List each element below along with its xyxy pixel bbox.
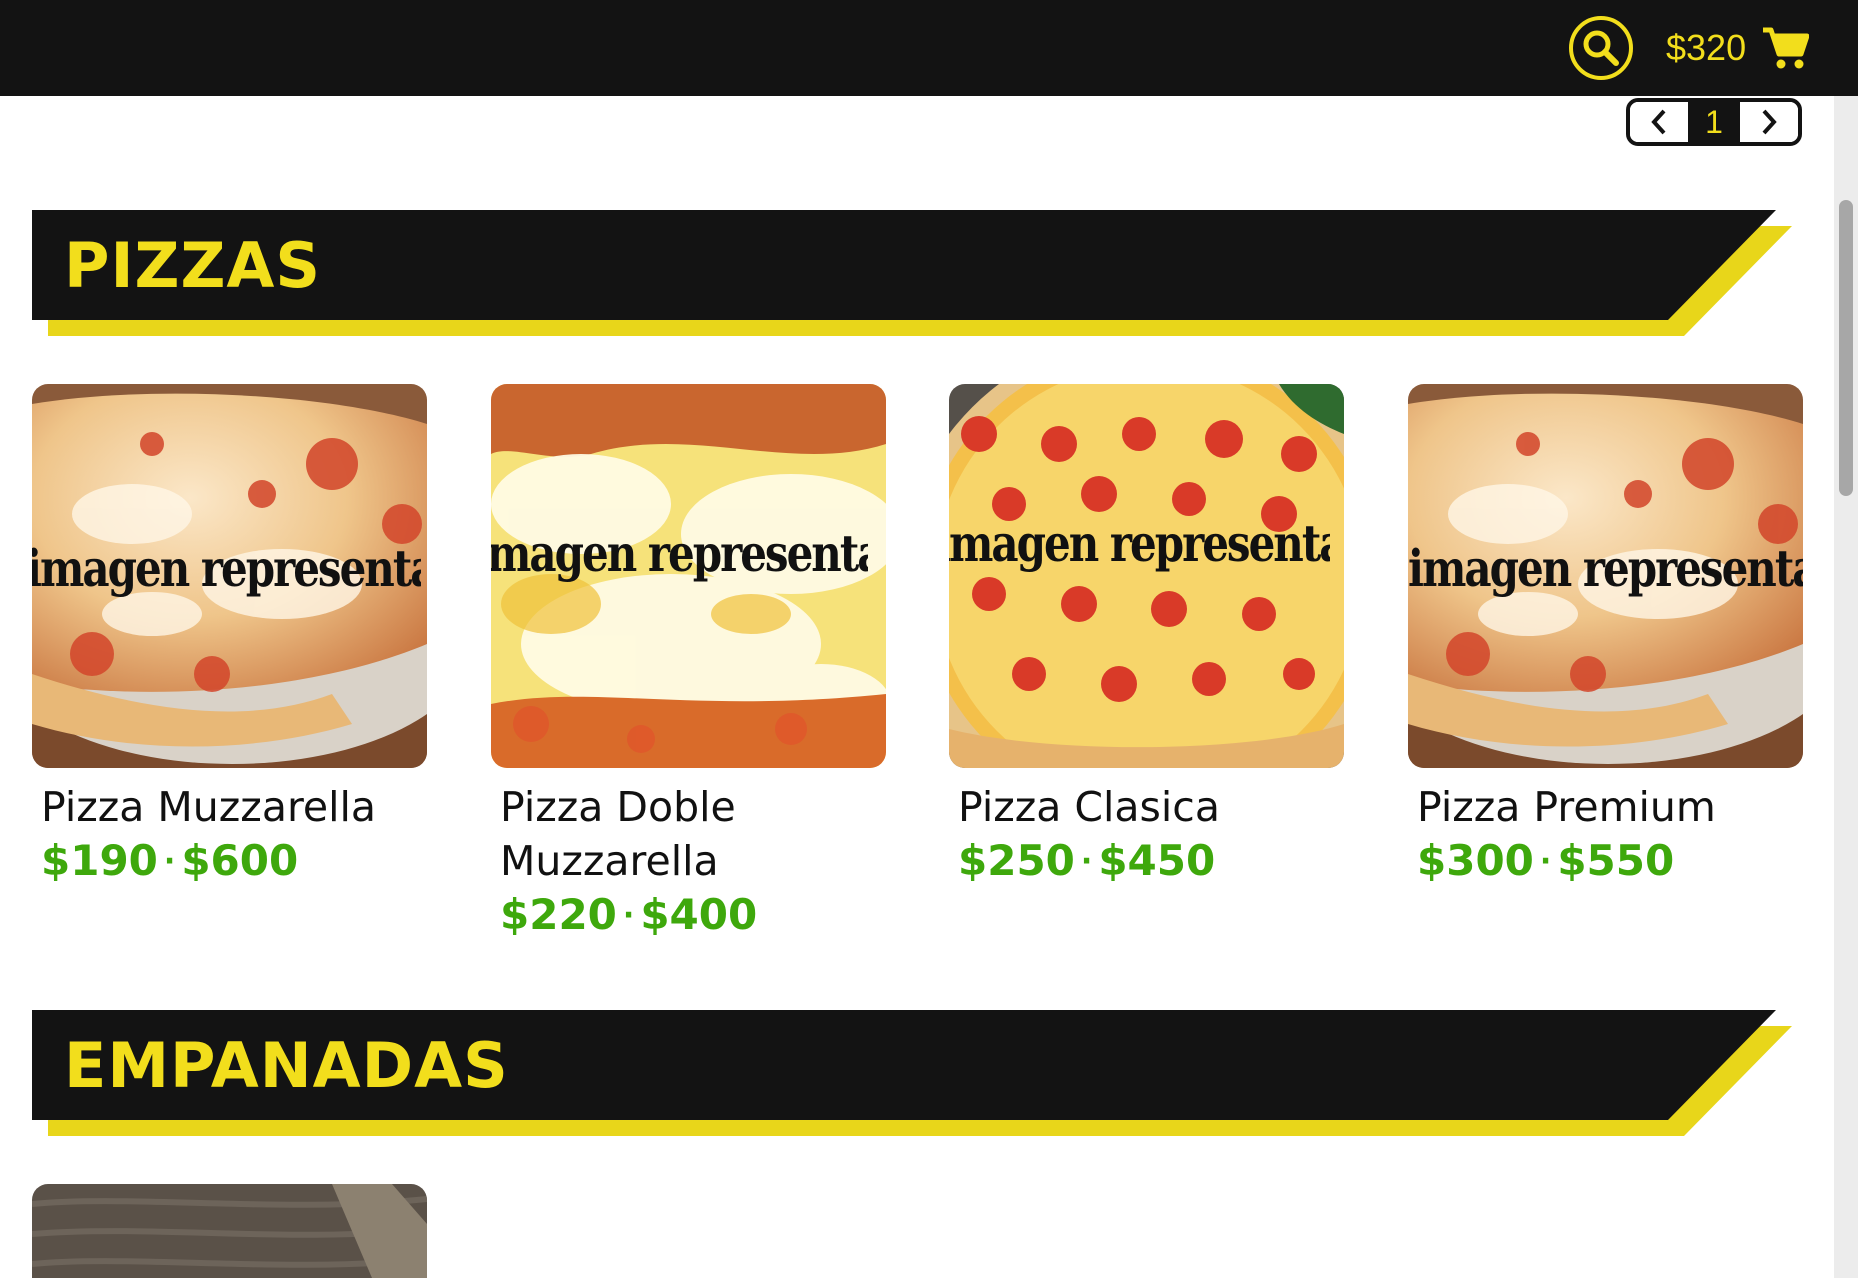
top-bar: $320 — [0, 0, 1858, 96]
section-banner-empanadas: EMPANADAS — [32, 1010, 1792, 1138]
price-separator: · — [622, 898, 635, 933]
product-card[interactable] — [32, 1184, 427, 1278]
product-image: imagen representativa — [1408, 384, 1803, 768]
product-price: $190 · $600 — [32, 834, 427, 893]
product-name: Pizza Muzzarella — [41, 783, 377, 831]
price-large: $450 — [1098, 836, 1216, 885]
price-large: $550 — [1557, 836, 1675, 885]
price-small: $220 — [500, 890, 617, 939]
product-name: Pizza Clasica — [958, 783, 1220, 831]
product-image: imagen representativa — [491, 384, 886, 768]
pager-current-page: 1 — [1688, 102, 1740, 142]
pager: 1 — [1626, 98, 1802, 146]
chevron-right-icon — [1762, 109, 1777, 135]
section-title: PIZZAS — [64, 229, 322, 302]
product-card[interactable]: imagen representativa Pizza Muzzarella $… — [32, 384, 427, 893]
cart-total[interactable]: $320 — [1666, 24, 1746, 72]
price-large: $600 — [181, 836, 299, 885]
image-watermark: imagen representativa — [949, 514, 1330, 573]
section-banner-pizzas: PIZZAS — [32, 210, 1792, 338]
search-icon — [1583, 30, 1619, 66]
price-separator: · — [1080, 844, 1093, 879]
product-card[interactable]: imagen representativa Pizza Doble Muzzar… — [491, 384, 886, 947]
image-watermark: imagen representativa — [491, 524, 868, 583]
product-image: imagen representativa — [949, 384, 1344, 768]
image-watermark: imagen representativa — [32, 539, 421, 598]
cart-icon[interactable] — [1761, 26, 1809, 70]
price-separator: · — [1539, 844, 1552, 879]
price-small: $190 — [41, 836, 158, 885]
pager-next-button[interactable] — [1740, 102, 1798, 142]
image-watermark: imagen representativa — [1408, 539, 1803, 598]
product-price: $250 · $450 — [949, 834, 1344, 893]
scrollbar-thumb[interactable] — [1839, 200, 1853, 496]
price-separator: · — [163, 844, 176, 879]
section-title: EMPANADAS — [64, 1029, 509, 1102]
chevron-left-icon — [1651, 109, 1666, 135]
search-button[interactable] — [1569, 16, 1633, 80]
product-name: Pizza Doble Muzzarella — [500, 783, 736, 885]
product-image: imagen representativa — [32, 384, 427, 768]
product-card[interactable]: imagen representativa Pizza Premium $300… — [1408, 384, 1803, 893]
product-image — [32, 1184, 427, 1278]
price-small: $250 — [958, 836, 1075, 885]
price-small: $300 — [1417, 836, 1534, 885]
price-large: $400 — [640, 890, 758, 939]
product-price: $300 · $550 — [1408, 834, 1803, 893]
product-name: Pizza Premium — [1417, 783, 1716, 831]
product-card[interactable]: imagen representativa Pizza Clasica $250… — [949, 384, 1344, 893]
product-price: $220 · $400 — [491, 888, 886, 947]
pager-prev-button[interactable] — [1630, 102, 1688, 142]
